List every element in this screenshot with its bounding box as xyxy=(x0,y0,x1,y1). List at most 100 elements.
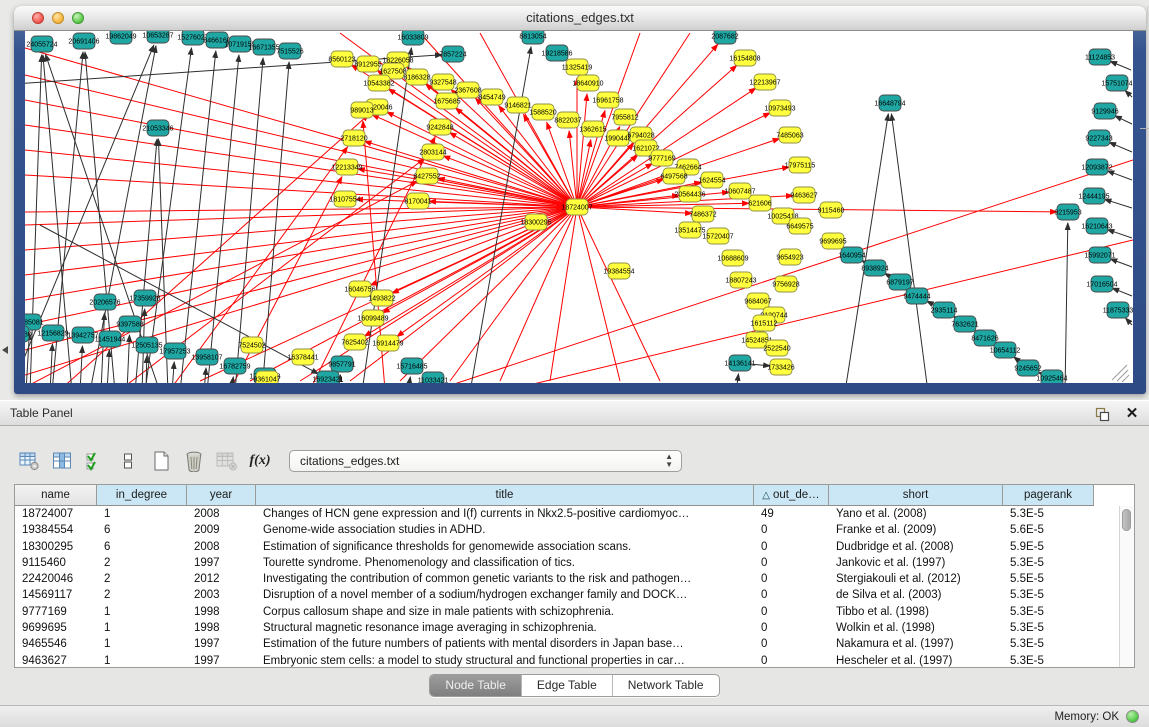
graph-node[interactable]: 11451944 xyxy=(95,331,126,347)
collapse-left-panel-icon[interactable] xyxy=(2,346,8,354)
graph-node[interactable]: 12505135 xyxy=(131,337,162,353)
graph-node[interactable]: 16099489 xyxy=(357,310,388,326)
graph-node[interactable]: 13958107 xyxy=(191,349,222,365)
column-chooser-icon[interactable] xyxy=(51,450,73,472)
graph-node[interactable]: 18640910 xyxy=(572,75,603,91)
graph-node[interactable]: 16210643 xyxy=(1081,218,1112,234)
float-panel-icon[interactable] xyxy=(1093,405,1111,423)
graph-node[interactable]: 8912955 xyxy=(354,56,381,72)
graph-node[interactable]: 9327548 xyxy=(429,74,456,90)
graph-node[interactable]: 18107554 xyxy=(329,191,360,207)
column-header-year[interactable]: year xyxy=(187,485,256,506)
graph-node[interactable]: 12213967 xyxy=(749,74,780,90)
column-header-pagerank[interactable]: pagerank xyxy=(1003,485,1094,506)
graph-node[interactable]: 24055724 xyxy=(26,36,57,52)
graph-node[interactable]: 13514475 xyxy=(674,222,705,238)
row-height-icon[interactable] xyxy=(117,450,139,472)
graph-node[interactable]: 15716485 xyxy=(396,358,427,374)
graph-node[interactable]: 10973493 xyxy=(764,100,795,116)
graph-node[interactable]: 15751074 xyxy=(1101,75,1132,91)
graph-node[interactable]: 20564436 xyxy=(674,186,705,202)
tab-network-table[interactable]: Network Table xyxy=(612,675,719,696)
scrollbar-thumb[interactable] xyxy=(1122,509,1131,531)
table-row[interactable]: 1456911722003Disruption of a novel membe… xyxy=(15,587,1134,603)
graph-node[interactable]: 9146821 xyxy=(504,97,531,113)
graph-node[interactable]: 9129946 xyxy=(1091,103,1118,119)
graph-node[interactable]: 16033809 xyxy=(397,31,428,45)
graph-node[interactable]: 1588520 xyxy=(529,104,556,120)
column-header-out_de[interactable]: △out_de… xyxy=(754,485,829,506)
network-canvas-container[interactable]: 2405572420691406198620491065328715276027… xyxy=(25,31,1133,383)
graph-node[interactable]: 9242848 xyxy=(426,119,453,135)
graph-node[interactable]: 621606 xyxy=(748,195,771,211)
zoom-window-button[interactable] xyxy=(72,12,84,24)
close-panel-icon[interactable]: ✕ xyxy=(1123,405,1141,423)
delete-trash-icon[interactable] xyxy=(183,450,205,472)
table-row[interactable]: 1872400712008Changes of HCN gene express… xyxy=(15,506,1134,522)
graph-node[interactable]: 19862049 xyxy=(105,31,136,44)
graph-node[interactable]: 7857224 xyxy=(439,46,466,62)
table-row[interactable]: 977716911998Corpus callosum shape and si… xyxy=(15,604,1134,620)
minimize-window-button[interactable] xyxy=(52,12,64,24)
resize-grip-icon[interactable] xyxy=(1112,365,1129,382)
graph-node[interactable]: 8427552 xyxy=(413,168,440,184)
graph-node[interactable]: 8454749 xyxy=(478,89,505,105)
graph-node[interactable]: 16154808 xyxy=(729,50,760,66)
graph-node[interactable]: 19384554 xyxy=(603,263,634,279)
graph-node[interactable]: 10543382 xyxy=(363,75,394,91)
graph-node[interactable]: 7632621 xyxy=(951,316,978,332)
graph-node[interactable]: 17359928 xyxy=(129,290,160,306)
graph-node[interactable]: 2803144 xyxy=(419,144,446,160)
graph-node[interactable]: 2935114 xyxy=(931,302,958,318)
graph-node[interactable]: 9654923 xyxy=(776,249,803,265)
graph-node[interactable]: 17016504 xyxy=(1086,276,1117,292)
graph-node[interactable]: 8560123 xyxy=(328,51,355,67)
graph-node[interactable]: 9857791 xyxy=(328,356,355,372)
new-table-icon[interactable] xyxy=(150,450,172,472)
graph-node[interactable]: 2087682 xyxy=(711,31,738,44)
table-settings-icon[interactable] xyxy=(18,450,40,472)
graph-node[interactable]: 7955812 xyxy=(611,109,638,125)
graph-node[interactable]: 10653287 xyxy=(142,31,173,43)
graph-node[interactable]: 9463627 xyxy=(790,187,817,203)
graph-node[interactable]: 7485063 xyxy=(776,127,803,143)
graph-node[interactable]: 14136141 xyxy=(724,355,755,371)
graph-node[interactable]: 16914479 xyxy=(372,335,403,351)
graph-node[interactable]: 7486372 xyxy=(689,206,716,222)
graph-node[interactable]: 11875333 xyxy=(1103,302,1133,318)
table-row[interactable]: 911546021997Tourette syndrome. Phenomeno… xyxy=(15,555,1134,571)
graph-node[interactable]: 7625402 xyxy=(341,334,368,350)
graph-node[interactable]: 20691406 xyxy=(68,33,99,49)
graph-node[interactable]: 16648794 xyxy=(874,95,905,111)
graph-node[interactable]: 21053346 xyxy=(142,120,173,136)
function-builder-icon[interactable]: f(x) xyxy=(249,450,271,472)
graph-node[interactable]: 12444195 xyxy=(1078,188,1109,204)
graph-node[interactable]: 1624554 xyxy=(698,172,725,188)
tab-node-table[interactable]: Node Table xyxy=(430,675,521,696)
graph-node[interactable]: 18724007 xyxy=(561,199,592,215)
graph-node[interactable]: 1640954 xyxy=(838,247,865,263)
graph-node[interactable]: 9699695 xyxy=(819,233,846,249)
graph-node[interactable]: 9756928 xyxy=(772,276,799,292)
graph-node[interactable]: 9227343 xyxy=(1085,130,1112,146)
graph-node[interactable]: 1615112 xyxy=(751,315,778,331)
close-window-button[interactable] xyxy=(32,12,44,24)
graph-node[interactable]: 8938924 xyxy=(861,260,888,276)
graph-node[interactable]: 6497568 xyxy=(660,168,687,184)
graph-node[interactable]: 1493822 xyxy=(368,290,395,306)
table-select-dropdown[interactable]: citations_edges.txt ▲▼ xyxy=(289,450,682,472)
graph-node[interactable]: 11033421 xyxy=(418,372,449,383)
graph-node[interactable]: 2522540 xyxy=(763,340,790,356)
graph-node[interactable]: 15720407 xyxy=(702,228,733,244)
table-row[interactable]: 1938455462009Genome-wide association stu… xyxy=(15,522,1134,538)
graph-node[interactable]: 18807243 xyxy=(725,272,756,288)
window-titlebar[interactable]: citations_edges.txt xyxy=(14,6,1146,31)
table-row[interactable]: 1830029562008Estimation of significance … xyxy=(15,539,1134,555)
graph-node[interactable]: 10688609 xyxy=(717,250,748,266)
graph-node[interactable]: 9215953 xyxy=(1054,204,1081,220)
graph-node[interactable]: 12093872 xyxy=(1081,159,1112,175)
table-row[interactable]: 969969511998Structural magnetic resonanc… xyxy=(15,620,1134,636)
graph-node[interactable]: 2718120 xyxy=(340,130,367,146)
column-header-name[interactable]: name xyxy=(15,485,97,506)
column-header-short[interactable]: short xyxy=(829,485,1003,506)
